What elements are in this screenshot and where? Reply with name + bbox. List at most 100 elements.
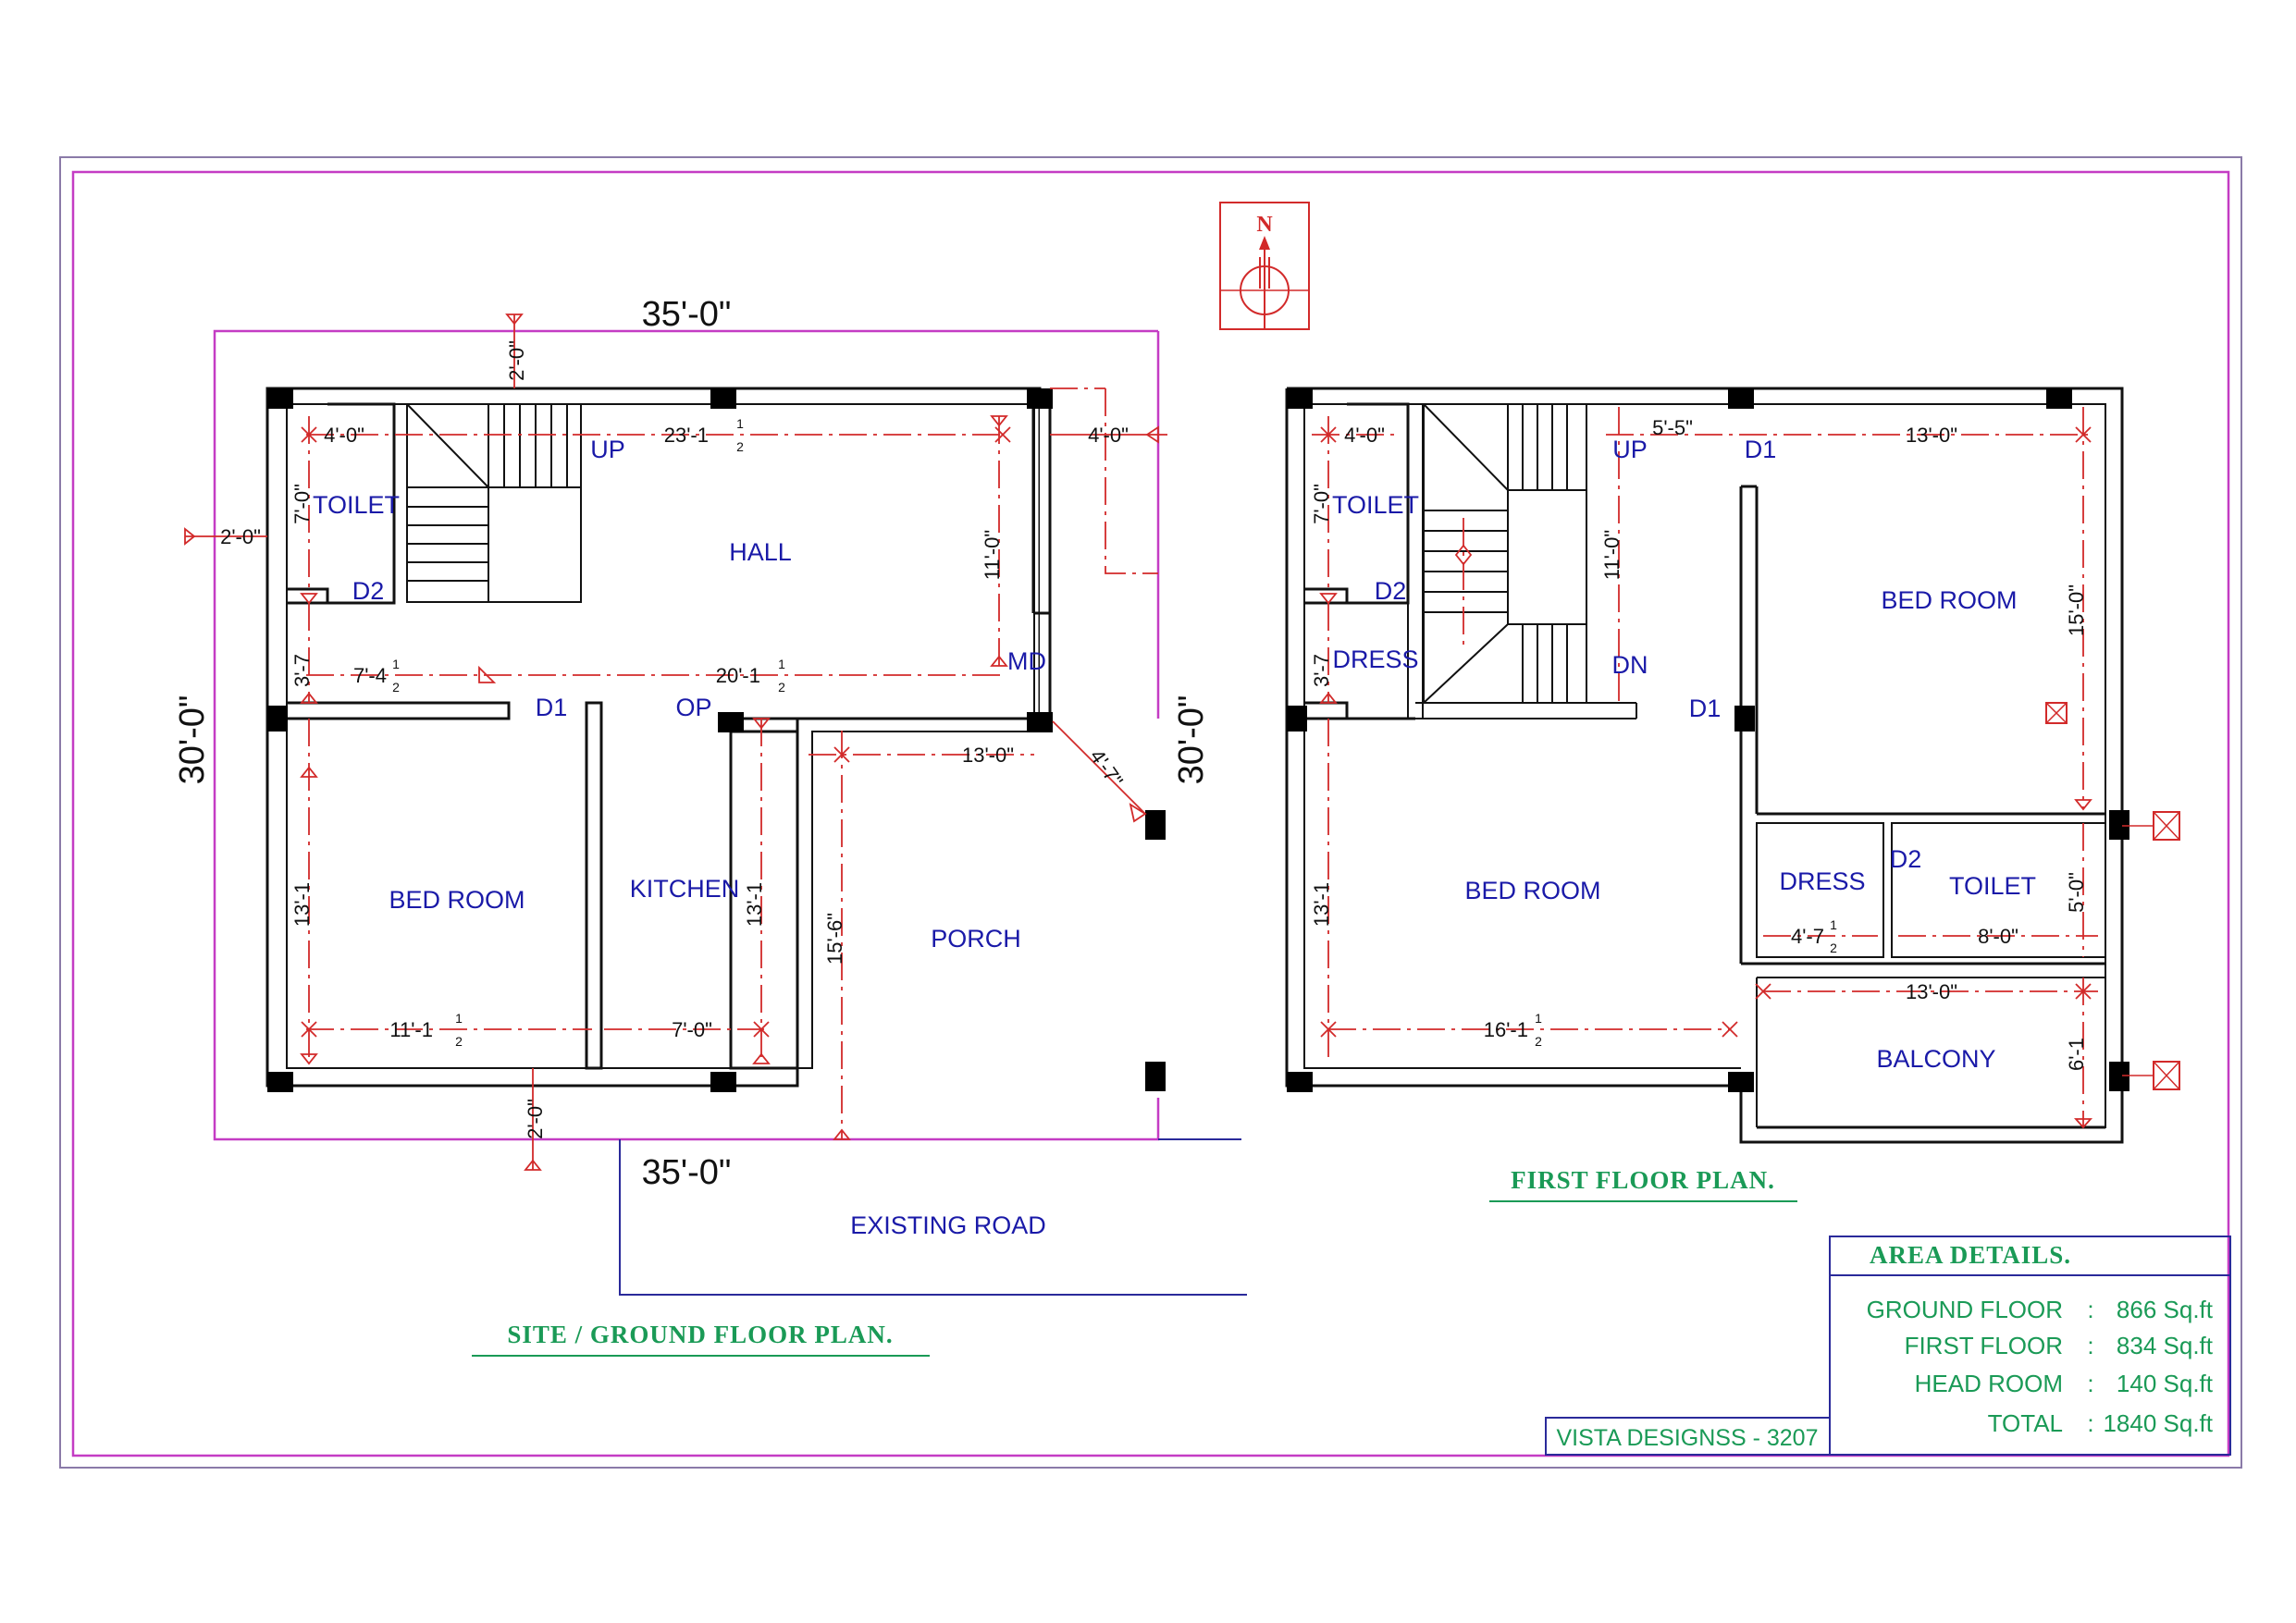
ff-dim-dress-h: 3'-7 [1310,654,1333,687]
ff-dim-toilet-right-h: 5'-0" [2065,872,2088,913]
ff-room-bedroom-right: BED ROOM [1881,586,2017,614]
ff-dim-stair-h: 11'-0" [1600,530,1623,580]
svg-text:2: 2 [392,680,400,695]
gf-dim-porch-w: 13'-0" [962,744,1014,767]
gf-dim-bedroom-w: 11'-1 [389,1018,433,1041]
ff-dim-bed-left-w: 16'-1 [1484,1018,1528,1041]
ff-room-toilet-left: TOILET [1332,491,1419,519]
gf-dim-bottom-setback: 2'-0" [524,1099,547,1139]
area-row-label: GROUND FLOOR [1867,1296,2063,1323]
gf-dim-hall-h: 11'-0" [981,530,1004,580]
area-row-value: 140 Sq.ft [2117,1370,2214,1397]
svg-text:1: 1 [736,416,744,431]
gf-dim-left-setback: 2'-0" [220,525,261,548]
ff-label-d2-left: D2 [1375,577,1407,605]
gf-dim-top-setback: 2'-0" [505,340,528,381]
ff-dimensions [1312,407,2098,1129]
north-label: N [1256,213,1273,237]
gf-fraction-passage-right: 1 2 [778,657,785,695]
svg-text:2: 2 [778,680,785,695]
gf-dim-porch-h: 15'-6" [823,913,846,965]
ff-title: FIRST FLOOR PLAN. [1511,1166,1775,1194]
gf-label-op: OP [675,694,711,721]
svg-text:1: 1 [1535,1011,1542,1026]
ff-dim-bed-left-h: 13'-1 [1310,882,1333,927]
gf-room-toilet: TOILET [313,491,400,519]
area-details-table: AREA DETAILS. GROUND FLOOR:866 Sq.ftFIRS… [1829,1236,2231,1456]
gf-dim-kitchen-h: 13'-1 [743,882,766,927]
ff-dim-toilet-right-w: 8'-0" [1978,925,2018,948]
gf-road-label: EXISTING ROAD [850,1211,1046,1239]
area-row: HEAD ROOM:140 Sq.ft [1915,1370,2214,1397]
ff-dim-toilet-w: 4'-0" [1344,424,1385,447]
area-row-label: HEAD ROOM [1915,1370,2063,1397]
gf-depth-left: 30'-0" [173,695,212,785]
area-row-sep: : [2087,1296,2093,1323]
ff-room-balcony: BALCONY [1876,1045,1995,1073]
svg-text:2: 2 [736,439,744,454]
gf-label-md: MD [1007,647,1046,675]
floor-plan-sheet: N 35'-0" 35'-0" 30'-0" 30'-0" HALL TOILE… [59,156,2242,1469]
ff-dim-dress-w: 4'-7 [1791,925,1824,948]
gf-dim-bedroom-h: 13'-1 [290,882,314,927]
ff-dim-bed-right-h: 15'-0" [2065,584,2088,636]
area-heading: AREA DETAILS. [1870,1241,2071,1269]
ff-dim-balcony-h: 6'-1 [2065,1038,2088,1071]
first-floor-plan: TOILET DRESS BED ROOM BED ROOM DRESS TOI… [1285,387,2180,1202]
gf-dim-passage-left: 7'-4 [353,664,387,687]
gf-width-bottom: 35'-0" [642,1153,732,1192]
ff-room-bedroom-left: BED ROOM [1464,877,1600,904]
ff-label-d1-top: D1 [1745,436,1777,463]
designer-label: VISTA DESIGNSS - 3207 [1557,1425,1819,1451]
svg-text:1: 1 [778,657,785,671]
ff-label-d1-mid: D1 [1689,695,1722,722]
area-row-sep: : [2087,1332,2093,1359]
gf-dim-hall-w: 23'-1 [664,424,709,447]
ff-label-dn: DN [1612,651,1648,679]
ff-label-d2-right: D2 [1890,845,1922,873]
gf-room-kitchen: KITCHEN [630,875,740,903]
area-row-label: FIRST FLOOR [1905,1332,2063,1359]
gf-dim-kitchen-w: 7'-0" [672,1018,712,1041]
ff-room-toilet-right: TOILET [1949,872,2036,900]
gf-room-bedroom: BED ROOM [389,886,525,914]
gf-title: SITE / GROUND FLOOR PLAN. [507,1321,893,1348]
ff-dim-balcony-w: 13'-0" [1906,980,1957,1003]
gf-dim-right-setback: 4'-0" [1088,424,1129,447]
gf-label-up: UP [590,436,625,463]
area-row: TOTAL:1840 Sq.ft [1988,1409,2214,1437]
area-row-value: 834 Sq.ft [2117,1332,2214,1359]
area-row-label: TOTAL [1988,1409,2063,1437]
ground-floor-plan: 35'-0" 35'-0" 30'-0" 30'-0" HALL TOILET … [173,295,1247,1357]
area-row-value: 866 Sq.ft [2117,1296,2214,1323]
gf-dim-passage-h: 3'-7 [290,654,314,687]
gf-width-top: 35'-0" [642,295,732,334]
gf-label-d1: D1 [536,694,568,721]
ff-label-up: UP [1612,436,1648,463]
gf-label-d2: D2 [352,577,385,605]
gf-room-hall: HALL [729,538,792,566]
gf-dim-passage-right: 20'-1 [716,664,760,687]
north-arrow-icon: N [1219,202,1310,330]
svg-text:2: 2 [455,1034,463,1049]
area-row: GROUND FLOOR:866 Sq.ft [1867,1296,2214,1323]
area-row-sep: : [2087,1409,2093,1437]
gf-depth-right: 30'-0" [1172,695,1211,785]
ff-dim-toilet-h: 7'-0" [1310,484,1333,524]
gf-dim-toilet-w: 4'-0" [324,424,364,447]
area-row-value: 1840 Sq.ft [2103,1409,2213,1437]
svg-text:2: 2 [1830,941,1837,955]
area-row: FIRST FLOOR:834 Sq.ft [1905,1332,2214,1359]
area-row-sep: : [2087,1370,2093,1397]
gf-room-porch: PORCH [931,925,1021,953]
ff-room-dress-left: DRESS [1332,646,1418,673]
ff-dim-stair-w: 5'-5" [1652,416,1693,439]
svg-text:1: 1 [392,657,400,671]
ff-dim-bed-right-w: 13'-0" [1906,424,1957,447]
svg-text:1: 1 [1830,917,1837,932]
designer-stamp: VISTA DESIGNSS - 3207 [1545,1417,1831,1456]
gf-dim-toilet-h: 7'-0" [290,484,314,524]
ff-room-dress-right: DRESS [1779,867,1865,895]
svg-text:1: 1 [455,1011,463,1026]
svg-text:2: 2 [1535,1034,1542,1049]
